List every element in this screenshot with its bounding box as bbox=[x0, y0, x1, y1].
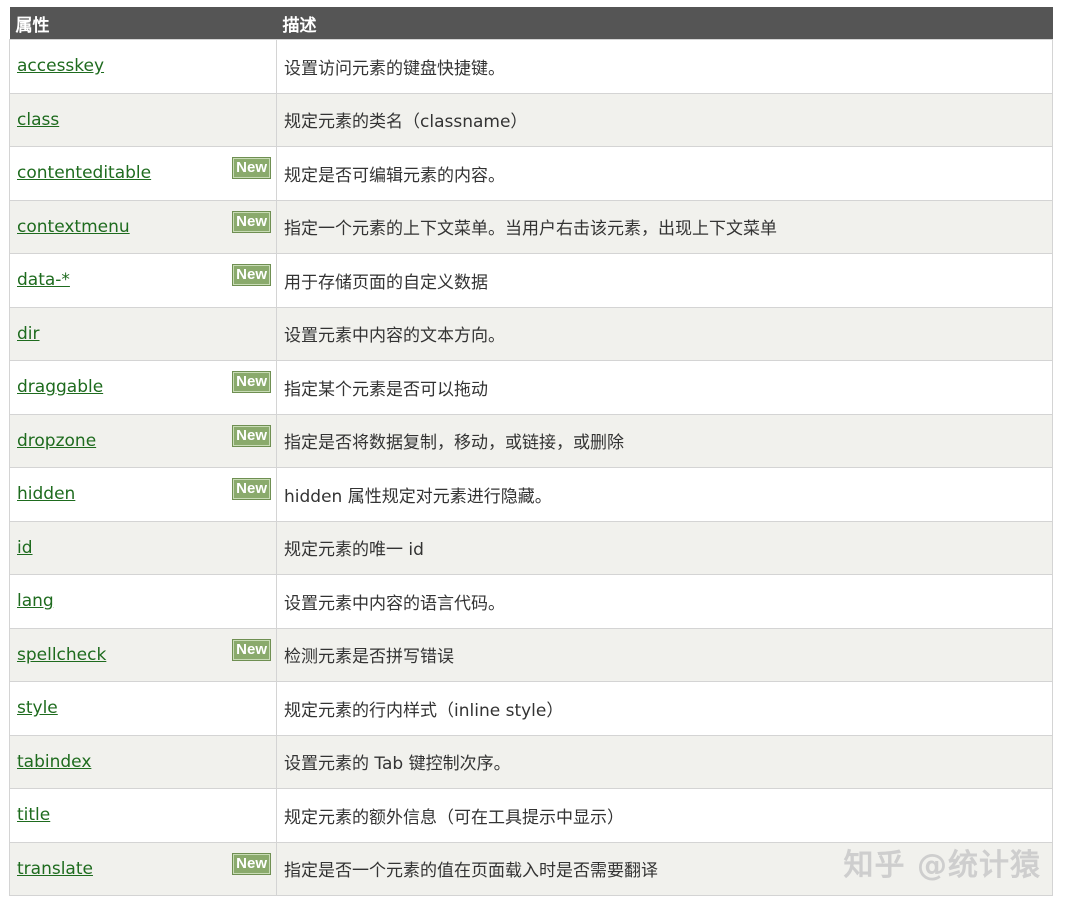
description-cell: 规定元素的行内样式（inline style） bbox=[276, 681, 1053, 736]
new-badge: New bbox=[232, 264, 271, 286]
description-cell: 指定某个元素是否可以拖动 bbox=[276, 360, 1053, 415]
table-row: class 规定元素的类名（classname） bbox=[9, 92, 1053, 147]
watermark: 知乎 @统计猿 bbox=[843, 848, 1041, 883]
new-badge: New bbox=[232, 638, 271, 661]
table-row: hidden New hidden 属性规定对元素进行隐藏。 bbox=[9, 467, 1053, 522]
attribute-cell: hidden New bbox=[9, 467, 277, 522]
attribute-link[interactable]: tabindex bbox=[17, 752, 91, 772]
description-cell: 指定是否将数据复制，移动，或链接，或删除 bbox=[276, 413, 1053, 468]
description-cell: 规定元素的额外信息（可在工具提示中显示） bbox=[276, 788, 1053, 843]
description-cell: hidden 属性规定对元素进行隐藏。 bbox=[276, 467, 1053, 522]
header-attribute: 属性 bbox=[9, 7, 277, 40]
table-row: id 规定元素的唯一 id bbox=[9, 520, 1053, 575]
attribute-link[interactable]: contextmenu bbox=[17, 217, 130, 237]
description-cell: 规定元素的唯一 id bbox=[276, 520, 1053, 575]
attribute-link[interactable]: contenteditable bbox=[17, 163, 151, 183]
table-row: accesskey 设置访问元素的键盘快捷键。 bbox=[9, 39, 1053, 94]
attribute-cell: spellcheck New bbox=[9, 627, 277, 682]
attribute-cell: dir bbox=[9, 306, 277, 361]
attribute-cell: translate New bbox=[9, 841, 277, 896]
attribute-link[interactable]: draggable bbox=[17, 377, 103, 397]
attribute-cell: contenteditable New bbox=[9, 146, 277, 201]
attribute-link[interactable]: style bbox=[17, 698, 58, 718]
attribute-cell: id bbox=[9, 520, 277, 575]
table-row: style 规定元素的行内样式（inline style） bbox=[9, 681, 1053, 736]
attribute-cell: title bbox=[9, 788, 277, 843]
header-description: 描述 bbox=[276, 7, 1053, 40]
new-badge: New bbox=[232, 852, 271, 875]
attribute-link[interactable]: spellcheck bbox=[17, 645, 106, 665]
attribute-cell: contextmenu New bbox=[9, 199, 277, 254]
attribute-cell: lang bbox=[9, 574, 277, 629]
description-cell: 用于存储页面的自定义数据 bbox=[276, 253, 1053, 308]
attribute-cell: draggable New bbox=[9, 360, 277, 415]
attribute-cell: dropzone New bbox=[9, 413, 277, 468]
new-badge: New bbox=[232, 478, 271, 500]
attribute-cell: data-* New bbox=[9, 253, 277, 308]
table-row: dir 设置元素中内容的文本方向。 bbox=[9, 306, 1053, 361]
description-cell: 设置元素中内容的语言代码。 bbox=[276, 574, 1053, 629]
new-badge: New bbox=[232, 371, 271, 393]
attribute-link[interactable]: lang bbox=[17, 591, 54, 611]
table-row: tabindex 设置元素的 Tab 键控制次序。 bbox=[9, 734, 1053, 789]
description-cell: 规定元素的类名（classname） bbox=[276, 92, 1053, 147]
attribute-cell: accesskey bbox=[9, 39, 277, 94]
new-badge: New bbox=[232, 210, 271, 233]
table-header-row: 属性 描述 bbox=[9, 7, 1053, 40]
attribute-link[interactable]: dir bbox=[17, 324, 40, 344]
new-badge: New bbox=[232, 424, 271, 447]
table-body: accesskey 设置访问元素的键盘快捷键。 class 规定元素的类名（class… bbox=[9, 39, 1053, 896]
description-cell: 检测元素是否拼写错误 bbox=[276, 627, 1053, 682]
attribute-cell: class bbox=[9, 92, 277, 147]
description-cell: 设置访问元素的键盘快捷键。 bbox=[276, 39, 1053, 94]
description-cell: 指定一个元素的上下文菜单。当用户右击该元素，出现上下文菜单 bbox=[276, 199, 1053, 254]
attribute-link[interactable]: translate bbox=[17, 859, 93, 879]
attribute-link[interactable]: id bbox=[17, 538, 33, 558]
description-cell: 设置元素的 Tab 键控制次序。 bbox=[276, 734, 1053, 789]
table-row: contenteditable New 规定是否可编辑元素的内容。 bbox=[9, 146, 1053, 201]
table-row: title 规定元素的额外信息（可在工具提示中显示） bbox=[9, 788, 1053, 843]
table-row: data-* New 用于存储页面的自定义数据 bbox=[9, 253, 1053, 308]
attribute-link[interactable]: hidden bbox=[17, 484, 75, 504]
attribute-link[interactable]: class bbox=[17, 110, 59, 130]
new-badge: New bbox=[232, 157, 271, 179]
attribute-link[interactable]: data-* bbox=[17, 270, 70, 290]
table-row: dropzone New 指定是否将数据复制，移动，或链接，或删除 bbox=[9, 413, 1053, 468]
description-cell: 设置元素中内容的文本方向。 bbox=[276, 306, 1053, 361]
description-cell: 规定是否可编辑元素的内容。 bbox=[276, 146, 1053, 201]
table-row: contextmenu New 指定一个元素的上下文菜单。当用户右击该元素，出现上下… bbox=[9, 199, 1053, 254]
attribute-link[interactable]: accesskey bbox=[17, 56, 104, 76]
attribute-cell: tabindex bbox=[9, 734, 277, 789]
attribute-link[interactable]: title bbox=[17, 805, 50, 825]
attributes-table: 属性 描述 accesskey 设置访问元素的键盘快捷键。 class 规定元素的类名… bbox=[9, 7, 1053, 896]
table-row: draggable New 指定某个元素是否可以拖动 bbox=[9, 360, 1053, 415]
attribute-link[interactable]: dropzone bbox=[17, 431, 96, 451]
table-row: spellcheck New 检测元素是否拼写错误 bbox=[9, 627, 1053, 682]
attribute-cell: style bbox=[9, 681, 277, 736]
table-row: lang 设置元素中内容的语言代码。 bbox=[9, 574, 1053, 629]
